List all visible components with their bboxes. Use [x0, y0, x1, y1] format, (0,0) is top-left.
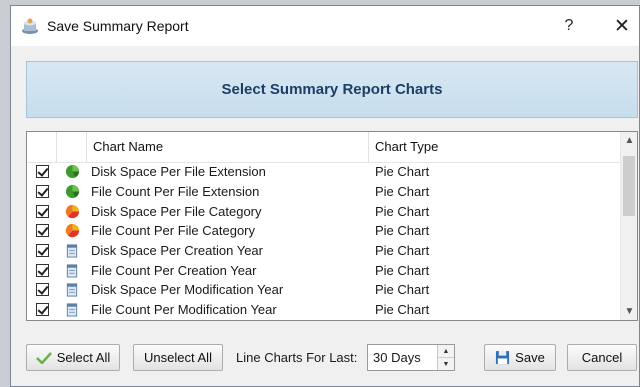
spin-up-icon[interactable]: ▲	[438, 345, 454, 357]
close-button[interactable]: ✕	[609, 13, 635, 39]
list-item[interactable]: Disk Space Per File Extension Pie Chart	[27, 162, 620, 182]
spin-buttons: ▲ ▼	[437, 345, 454, 370]
row-checkbox[interactable]	[35, 185, 49, 199]
app-icon	[22, 18, 38, 34]
chart-type: Pie Chart	[375, 184, 430, 200]
row-checkbox[interactable]	[35, 283, 49, 297]
chart-name: File Count Per File Extension	[91, 184, 260, 200]
list-item[interactable]: Disk Space Per Modification Year Pie Cha…	[27, 280, 620, 300]
chart-type: Pie Chart	[375, 262, 430, 278]
list-item[interactable]: File Count Per Creation Year Pie Chart	[27, 260, 620, 280]
floppy-disk-icon	[496, 350, 510, 365]
chart-type: Pie Chart	[375, 223, 430, 239]
row-checkbox[interactable]	[35, 263, 49, 277]
line-charts-period-value[interactable]: 30 Days	[368, 350, 437, 365]
chart-type: Pie Chart	[375, 243, 430, 259]
list-header: Chart Name Chart Type	[27, 132, 620, 163]
scrollbar-thumb[interactable]	[623, 156, 635, 216]
list-item[interactable]: File Count Per File Extension Pie Chart	[27, 182, 620, 202]
chart-type: Pie Chart	[375, 164, 430, 180]
list-item[interactable]: Disk Space Per Creation Year Pie Chart	[27, 241, 620, 261]
calendar-icon	[66, 283, 78, 297]
chart-name: File Count Per File Category	[91, 223, 256, 239]
row-checkbox[interactable]	[35, 204, 49, 218]
window-title: Save Summary Report	[47, 18, 189, 34]
row-checkbox[interactable]	[35, 224, 49, 238]
pie-multicolor-icon	[65, 204, 79, 218]
calendar-icon	[66, 244, 78, 258]
list-rows: Disk Space Per File Extension Pie Chart …	[27, 162, 620, 320]
dialog-body: Select Summary Report Charts Chart Name …	[11, 46, 639, 386]
save-summary-report-dialog: Save Summary Report ? ✕ Select Summary R…	[10, 5, 640, 387]
help-button[interactable]: ?	[556, 13, 582, 39]
unselect-all-button[interactable]: Unselect All	[133, 344, 223, 371]
save-label: Save	[515, 350, 545, 365]
scroll-up-icon[interactable]: ▲	[621, 132, 637, 149]
cancel-button[interactable]: Cancel	[567, 344, 637, 371]
pie-green-icon	[65, 165, 79, 179]
list-item[interactable]: File Count Per Modification Year Pie Cha…	[27, 300, 620, 320]
pie-green-icon	[65, 184, 79, 199]
save-button[interactable]: Save	[484, 344, 556, 371]
line-charts-period-spinner[interactable]: 30 Days ▲ ▼	[367, 344, 455, 371]
list-item[interactable]: File Count Per File Category Pie Chart	[27, 221, 620, 241]
calendar-icon	[66, 303, 78, 317]
calendar-icon	[66, 264, 78, 278]
vertical-scrollbar[interactable]: ▲ ▼	[620, 132, 637, 320]
header-banner: Select Summary Report Charts	[26, 61, 638, 118]
banner-title: Select Summary Report Charts	[221, 81, 443, 98]
checkmark-icon	[35, 351, 52, 364]
charts-list[interactable]: Chart Name Chart Type Disk Space Per Fil…	[26, 131, 638, 321]
chart-name: Disk Space Per File Extension	[91, 164, 266, 180]
chart-name: Disk Space Per File Category	[91, 203, 262, 219]
row-checkbox[interactable]	[35, 244, 49, 258]
chart-type: Pie Chart	[375, 302, 430, 318]
header-chart-name[interactable]: Chart Name	[87, 132, 369, 162]
chart-name: File Count Per Creation Year	[91, 262, 257, 278]
chart-type: Pie Chart	[375, 203, 430, 219]
row-checkbox[interactable]	[35, 165, 49, 179]
line-charts-label: Line Charts For Last:	[236, 350, 358, 365]
row-checkbox[interactable]	[35, 303, 49, 317]
scroll-down-icon[interactable]: ▼	[621, 303, 637, 320]
header-icon-column[interactable]	[57, 132, 87, 162]
list-item[interactable]: Disk Space Per File Category Pie Chart	[27, 201, 620, 221]
chart-name: Disk Space Per Creation Year	[91, 243, 263, 259]
footer-bar: Select All Unselect All Line Charts For …	[26, 336, 639, 376]
unselect-all-label: Unselect All	[144, 350, 212, 365]
select-all-label: Select All	[56, 350, 111, 365]
chart-name: File Count Per Modification Year	[91, 302, 277, 318]
cancel-label: Cancel	[581, 350, 623, 365]
header-check-column[interactable]	[27, 132, 57, 162]
chart-name: Disk Space Per Modification Year	[91, 282, 284, 298]
spin-down-icon[interactable]: ▼	[438, 357, 454, 370]
chart-type: Pie Chart	[375, 282, 430, 298]
header-chart-type[interactable]: Chart Type	[369, 132, 620, 162]
pie-multicolor-icon	[65, 224, 79, 238]
select-all-button[interactable]: Select All	[26, 344, 120, 371]
title-bar: Save Summary Report ? ✕	[11, 6, 639, 46]
